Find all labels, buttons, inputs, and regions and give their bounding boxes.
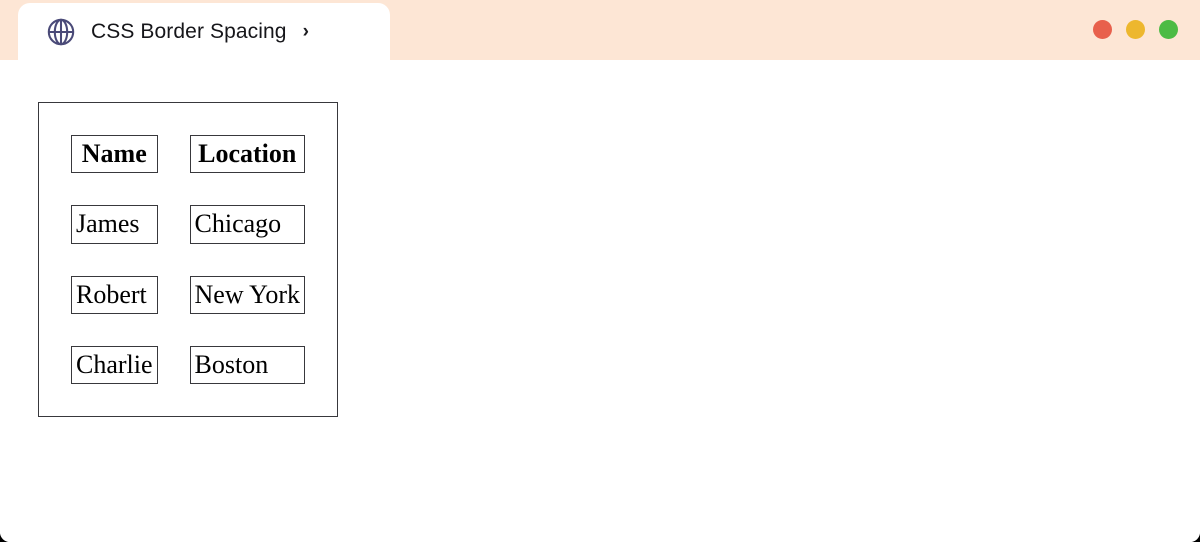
browser-window: CSS Border Spacing › Name Location James… [0,0,1200,542]
column-header-name: Name [71,135,158,174]
cell-location: New York [189,275,305,314]
tab-title: CSS Border Spacing [91,19,287,43]
table-row: Charlie Boston [71,345,305,385]
cell-name: Robert [71,275,158,314]
cell-location: Boston [189,345,305,385]
column-header-location: Location [189,135,305,174]
border-spacing-table: Name Location James Chicago Robert New Y… [38,102,338,418]
table-row: James Chicago [71,205,305,244]
window-maximize-button[interactable] [1159,20,1178,39]
cell-location: Chicago [189,205,305,244]
globe-icon [46,17,76,47]
cell-name: James [71,205,158,244]
window-close-button[interactable] [1093,20,1112,39]
window-minimize-button[interactable] [1126,20,1145,39]
window-controls [1093,20,1178,39]
page-viewport: Name Location James Chicago Robert New Y… [0,60,1200,542]
browser-tab-bar: CSS Border Spacing › [0,0,1200,60]
cell-name: Charlie [71,345,158,385]
chevron-right-icon[interactable]: › [303,22,309,41]
table-header-row: Name Location [71,135,305,174]
table-row: Robert New York [71,275,305,314]
table-header: Name Location [71,135,305,174]
browser-tab[interactable]: CSS Border Spacing › [18,3,390,60]
table-body: James Chicago Robert New York Charlie Bo… [71,205,305,385]
